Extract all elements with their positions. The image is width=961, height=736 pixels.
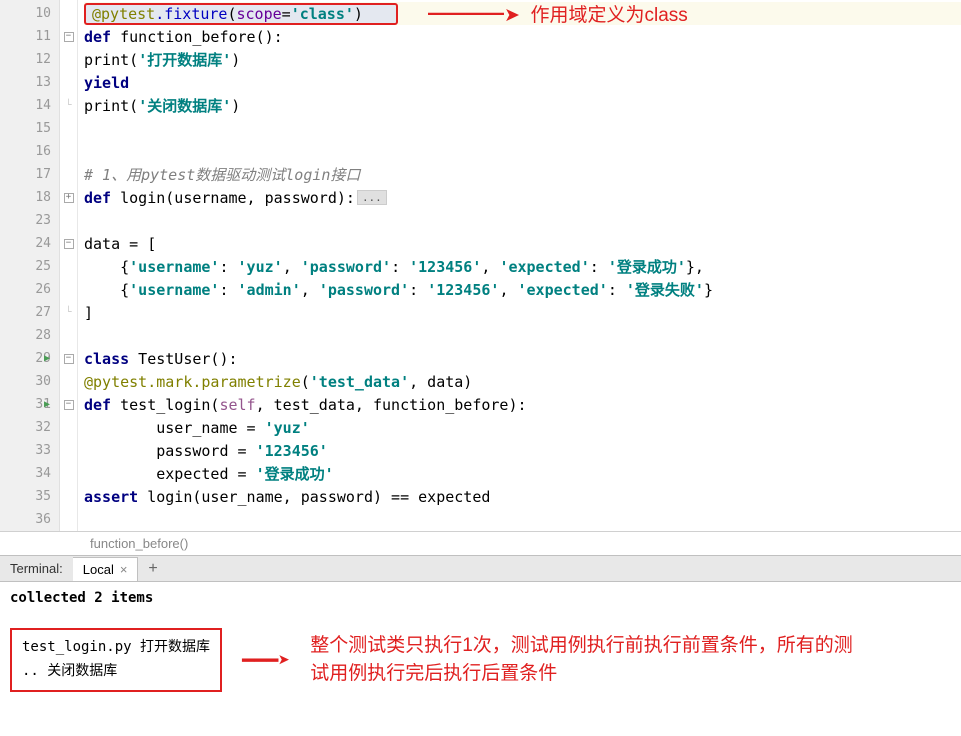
- line-gutter: 10 11 12 13 14 15 16 17 18 23 24 25 26 2…: [0, 0, 60, 531]
- line-number: 24: [0, 232, 59, 255]
- line-number: 28: [0, 324, 59, 347]
- code-line[interactable]: def function_before():: [84, 25, 961, 48]
- line-number: 32: [0, 416, 59, 439]
- arrow-icon: ━━━➤: [242, 648, 290, 672]
- code-line[interactable]: [84, 117, 961, 140]
- add-tab-icon[interactable]: +: [138, 560, 167, 578]
- code-line[interactable]: print('关闭数据库'): [84, 94, 961, 117]
- line-number: 34: [0, 462, 59, 485]
- fold-column: − └ + − └ − −: [60, 0, 78, 531]
- fold-icon[interactable]: +: [64, 193, 74, 203]
- code-line[interactable]: def test_login(self, test_data, function…: [84, 393, 961, 416]
- code-line[interactable]: expected = '登录成功': [84, 462, 961, 485]
- fold-ellipsis[interactable]: ...: [357, 190, 387, 205]
- run-icon[interactable]: ▶: [44, 353, 50, 364]
- line-number: 10: [0, 2, 59, 25]
- terminal-line: collected 2 items: [10, 590, 951, 606]
- line-number: 36: [0, 508, 59, 531]
- annotation-text: 整个测试类只执行1次，测试用例执行前执行前置条件，所有的测试用例执行完后执行后置…: [310, 632, 870, 689]
- arrow-icon: ━━━━➤: [428, 5, 530, 26]
- code-line[interactable]: {'username': 'yuz', 'password': '123456'…: [84, 255, 961, 278]
- code-line[interactable]: class TestUser():: [84, 347, 961, 370]
- code-line[interactable]: print('打开数据库'): [84, 48, 961, 71]
- code-line[interactable]: password = '123456': [84, 439, 961, 462]
- code-editor: 10 11 12 13 14 15 16 17 18 23 24 25 26 2…: [0, 0, 961, 531]
- line-number: 33: [0, 439, 59, 462]
- line-number: ▶31: [0, 393, 59, 416]
- line-number: 27: [0, 301, 59, 324]
- code-line[interactable]: user_name = 'yuz': [84, 416, 961, 439]
- code-line[interactable]: [84, 324, 961, 347]
- terminal-tabs: Terminal: Local × +: [0, 556, 961, 582]
- terminal-line: .. 关闭数据库: [22, 660, 210, 680]
- line-number: ▶29: [0, 347, 59, 370]
- line-number: 15: [0, 117, 59, 140]
- line-number: 14: [0, 94, 59, 117]
- terminal-tab[interactable]: Local ×: [73, 557, 139, 581]
- line-number: 25: [0, 255, 59, 278]
- line-number: 23: [0, 209, 59, 232]
- code-line[interactable]: ]: [84, 301, 961, 324]
- line-number: 16: [0, 140, 59, 163]
- line-number: 26: [0, 278, 59, 301]
- fold-icon[interactable]: −: [64, 354, 74, 364]
- line-number: 35: [0, 485, 59, 508]
- code-line[interactable]: [84, 140, 961, 163]
- line-number: 18: [0, 186, 59, 209]
- breadcrumb[interactable]: function_before(): [0, 531, 961, 555]
- code-line[interactable]: def login(username, password):...: [84, 186, 961, 209]
- code-line[interactable]: assert login(user_name, password) == exp…: [84, 485, 961, 508]
- terminal-line: test_login.py 打开数据库: [22, 636, 210, 656]
- fold-icon[interactable]: −: [64, 239, 74, 249]
- fold-icon[interactable]: −: [64, 400, 74, 410]
- code-line[interactable]: yield: [84, 71, 961, 94]
- terminal-panel: Terminal: Local × + collected 2 items te…: [0, 555, 961, 712]
- code-line[interactable]: [84, 508, 961, 531]
- annotation-box: @pytest.fixture(scope='class'): [84, 3, 398, 25]
- code-line[interactable]: [84, 209, 961, 232]
- line-number: 30: [0, 370, 59, 393]
- line-number: 17: [0, 163, 59, 186]
- code-line[interactable]: {'username': 'admin', 'password': '12345…: [84, 278, 961, 301]
- code-line[interactable]: # 1、用pytest数据驱动测试login接口: [84, 163, 961, 186]
- fold-icon[interactable]: −: [64, 32, 74, 42]
- line-number: 11: [0, 25, 59, 48]
- line-number: 13: [0, 71, 59, 94]
- annotation-text: ━━━━➤ 作用域定义为class: [428, 0, 688, 27]
- terminal-output[interactable]: collected 2 items test_login.py 打开数据库 ..…: [0, 582, 961, 712]
- code-line[interactable]: @pytest.mark.parametrize('test_data', da…: [84, 370, 961, 393]
- code-area[interactable]: @pytest.fixture(scope='class') ━━━━➤ 作用域…: [78, 0, 961, 531]
- annotation-box: test_login.py 打开数据库 .. 关闭数据库: [10, 628, 222, 692]
- code-line[interactable]: data = [: [84, 232, 961, 255]
- run-icon[interactable]: ▶: [44, 399, 50, 410]
- close-icon[interactable]: ×: [120, 562, 128, 577]
- line-number: 12: [0, 48, 59, 71]
- code-line[interactable]: @pytest.fixture(scope='class') ━━━━➤ 作用域…: [84, 2, 961, 25]
- terminal-label: Terminal:: [0, 561, 73, 576]
